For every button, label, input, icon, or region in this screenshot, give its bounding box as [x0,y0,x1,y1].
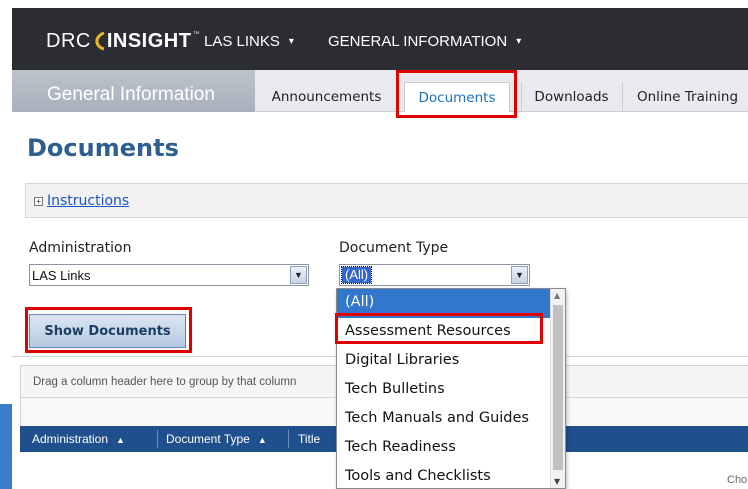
logo-text-insight: INSIGHT [106,29,192,52]
nav-general-information[interactable]: GENERAL INFORMATION ▾ [328,28,521,54]
highlight-show-documents [25,307,192,353]
dropdown-option-tech-manuals-and-guides[interactable]: Tech Manuals and Guides [337,405,551,434]
group-by-hint: Drag a column header here to group by th… [33,376,297,388]
left-edge-accent [0,404,12,489]
truncated-corner-text: Cho [727,474,748,486]
nav-las-links-label: LAS LINKS [204,32,280,50]
column-header-document-type-label: Document Type [166,432,250,446]
dropdown-arrow-icon[interactable]: ▼ [511,266,528,284]
highlight-documents-tab [396,70,517,118]
dropdown-arrow-icon[interactable]: ▼ [290,266,307,284]
scroll-down-icon[interactable]: ▼ [554,477,560,486]
dropdown-option-tech-bulletins[interactable]: Tech Bulletins [337,376,551,405]
document-type-label: Document Type [339,240,449,256]
drc-insight-logo[interactable]: DRC INSIGHT ™ [46,28,199,54]
logo-text-drc: DRC [46,29,91,52]
section-title: General Information [12,70,255,112]
scroll-up-icon[interactable]: ▲ [554,291,560,300]
nav-general-information-label: GENERAL INFORMATION [328,32,508,50]
highlight-assessment-resources [335,313,543,344]
page-title: Documents [27,134,179,162]
sort-ascending-icon: ▲ [116,435,125,445]
instructions-panel: + Instructions [25,183,748,218]
column-divider [288,430,289,448]
document-type-select[interactable]: (All) ▼ [339,264,530,286]
column-header-document-type[interactable]: Document Type ▲ [166,432,267,446]
scrollbar-thumb[interactable] [553,305,563,470]
document-type-select-value: (All) [340,266,373,284]
administration-select[interactable]: LAS Links ▼ [29,264,309,286]
sort-ascending-icon: ▲ [257,435,267,445]
column-header-title-label: Title [298,432,321,446]
column-header-administration[interactable]: Administration ▲ [32,432,125,446]
instructions-link[interactable]: Instructions [47,193,129,209]
dropdown-option-tools-and-checklists[interactable]: Tools and Checklists [337,463,551,488]
dropdown-scrollbar[interactable]: ▲ ▼ [550,289,565,488]
chevron-down-icon: ▾ [516,35,522,47]
tab-online-training[interactable]: Online Training [622,82,748,112]
column-divider [157,430,158,448]
nav-las-links[interactable]: LAS LINKS ▾ [204,28,294,54]
chevron-down-icon: ▾ [288,35,294,47]
sub-navigation-bar: General Information Announcements Docume… [12,70,748,112]
logo-trademark: ™ [192,31,200,38]
administration-select-value: LAS Links [32,268,91,283]
tab-downloads[interactable]: Downloads [521,82,621,112]
administration-label: Administration [29,240,132,256]
logo-swoosh-icon [95,31,105,51]
expand-plus-icon[interactable]: + [34,197,43,206]
dropdown-option-digital-libraries[interactable]: Digital Libraries [337,347,551,376]
dropdown-option-tech-readiness[interactable]: Tech Readiness [337,434,551,463]
tab-announcements[interactable]: Announcements [259,82,394,112]
column-header-title[interactable]: Title [298,432,320,446]
top-navigation-bar: DRC INSIGHT ™ LAS LINKS ▾ GENERAL INFORM… [12,8,748,70]
column-header-administration-label: Administration [32,432,109,446]
